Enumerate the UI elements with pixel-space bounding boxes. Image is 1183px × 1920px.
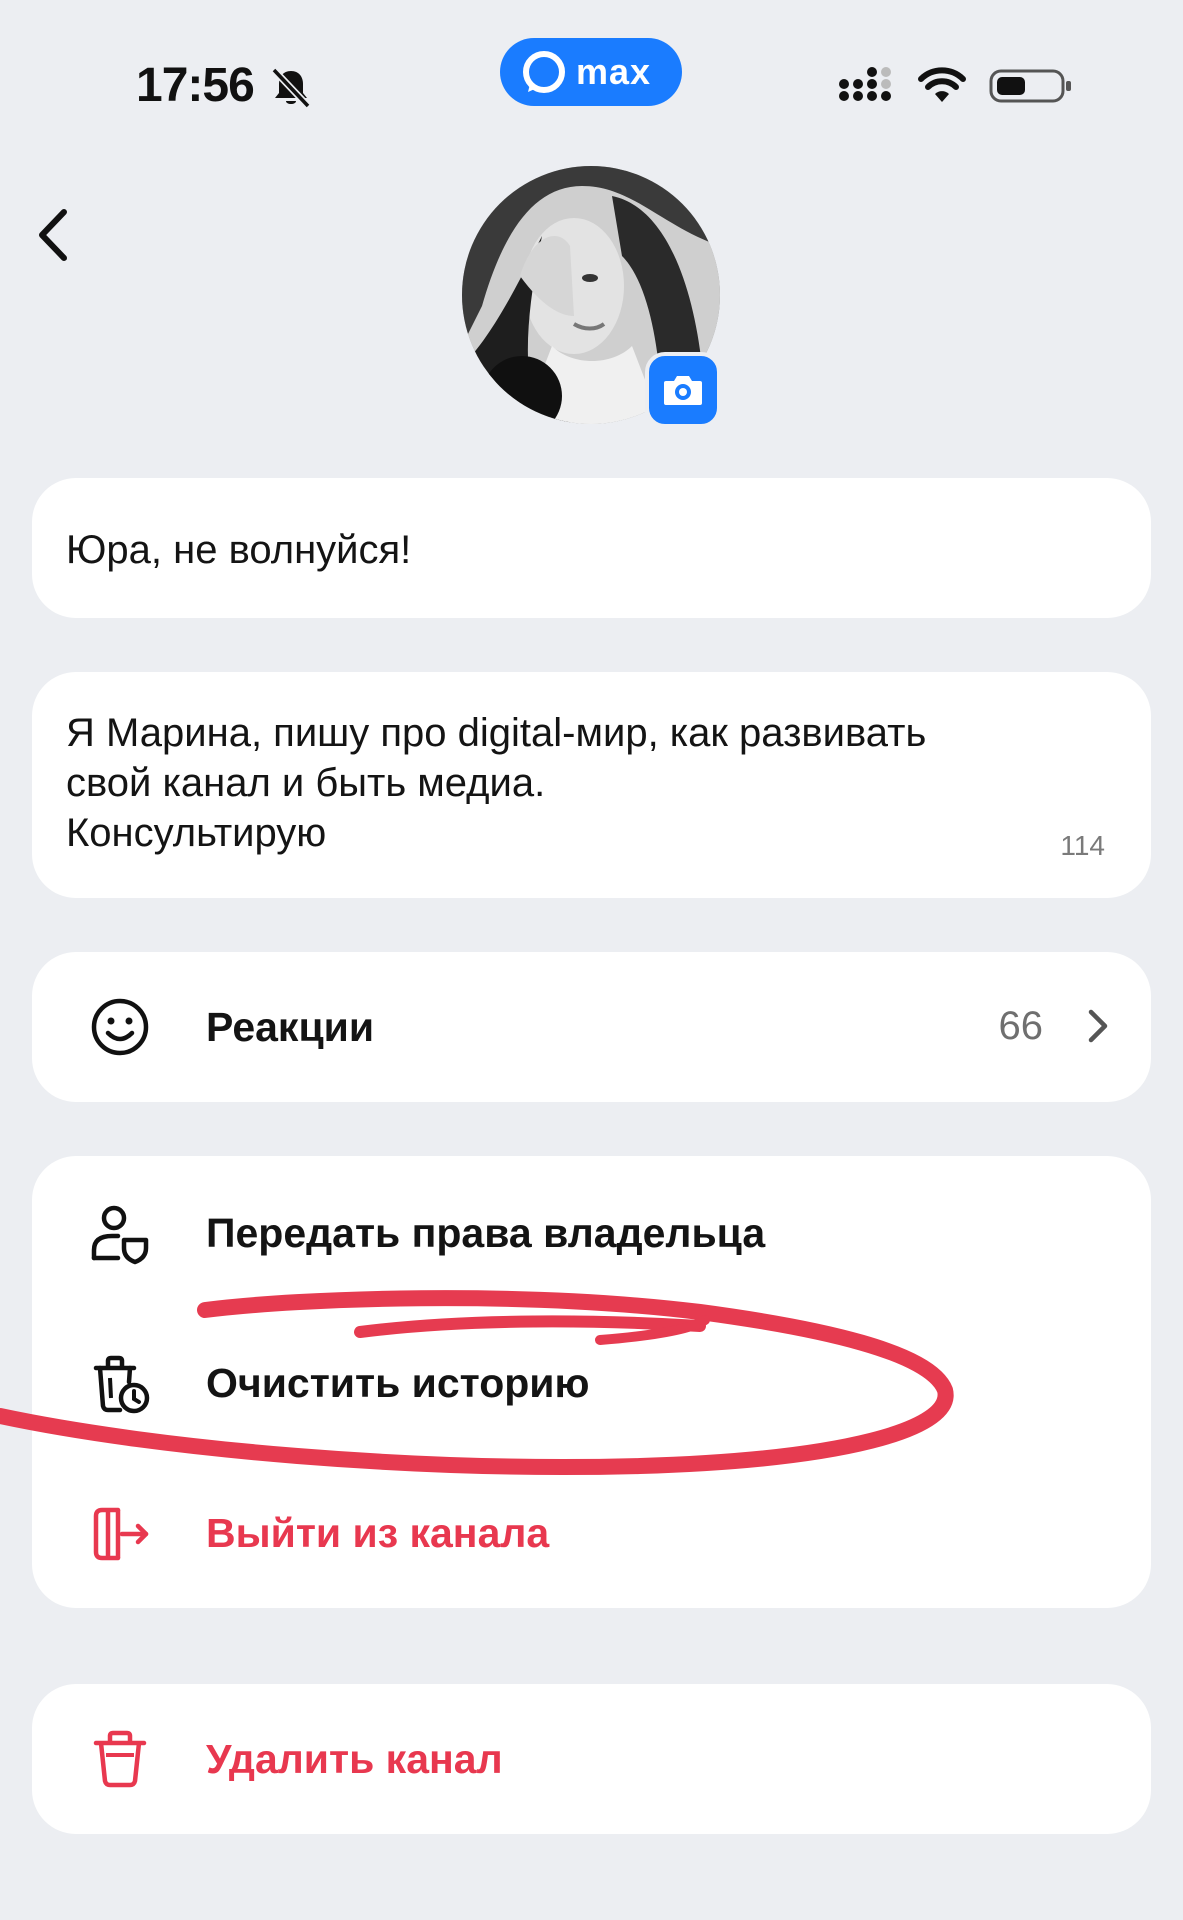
cellular-signal-icon xyxy=(839,67,891,101)
bell-off-icon xyxy=(271,67,311,109)
channel-name-field[interactable]: Юра, не волнуйся! xyxy=(32,478,1151,618)
exit-door-icon xyxy=(93,1507,149,1561)
back-button[interactable] xyxy=(30,200,80,270)
leave-channel-button[interactable]: Выйти из канала xyxy=(32,1456,1151,1596)
brand-pill: max xyxy=(500,38,682,106)
delete-channel-label: Удалить канал xyxy=(206,1736,503,1782)
chevron-right-icon xyxy=(1088,1009,1108,1043)
smiley-icon xyxy=(91,998,149,1056)
camera-icon xyxy=(664,376,702,405)
description-line-1: Я Марина, пишу про digital-мир, как разв… xyxy=(66,711,927,755)
trash-clock-icon xyxy=(93,1355,150,1414)
clear-history-button[interactable]: Очистить историю xyxy=(32,1306,1151,1446)
description-char-counter: 114 xyxy=(1060,830,1105,861)
status-bar: 17:56 max xyxy=(0,0,1183,150)
wifi-icon xyxy=(918,67,966,102)
delete-channel-button[interactable]: Удалить канал xyxy=(32,1684,1151,1834)
transfer-ownership-button[interactable]: Передать права владельца xyxy=(32,1156,1151,1296)
channel-name-text: Юра, не волнуйся! xyxy=(66,528,412,572)
leave-channel-label: Выйти из канала xyxy=(206,1510,550,1556)
transfer-ownership-label: Передать права владельца xyxy=(206,1210,766,1256)
trash-icon xyxy=(93,1730,147,1788)
reactions-label: Реакции xyxy=(206,1004,375,1050)
max-logo-icon xyxy=(523,51,565,93)
channel-description-field[interactable]: Я Марина, пишу про digital-мир, как разв… xyxy=(32,672,1151,898)
clear-history-label: Очистить историю xyxy=(206,1360,590,1406)
reactions-count: 66 xyxy=(998,1004,1044,1048)
channel-actions-group: Передать права владельца Очистить истори… xyxy=(32,1156,1151,1608)
user-shield-icon xyxy=(91,1205,149,1265)
brand-name: max xyxy=(576,51,652,92)
camera-button[interactable] xyxy=(645,352,721,428)
description-line-2: свой канал и быть медиа. xyxy=(66,761,546,805)
avatar-wrap xyxy=(462,166,721,428)
description-line-3: Консультирую xyxy=(66,811,327,855)
battery-icon xyxy=(989,69,1071,103)
status-time: 17:56 xyxy=(136,59,255,112)
reactions-row[interactable]: Реакции 66 xyxy=(32,952,1151,1102)
